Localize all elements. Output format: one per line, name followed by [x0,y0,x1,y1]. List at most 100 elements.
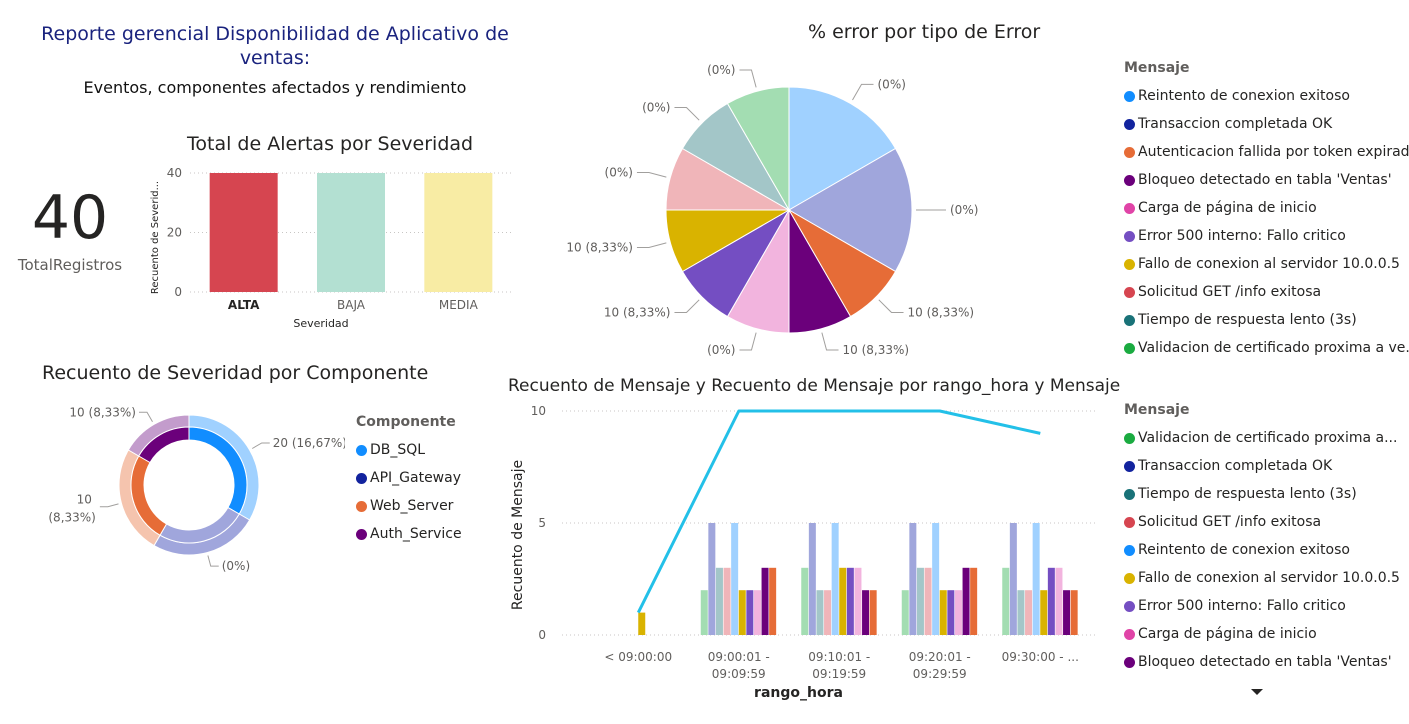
combo-bar [808,523,816,635]
combo-bar [839,567,847,635]
x-tick-label: 09:29:59 [913,667,967,681]
donut-data-label: (0%) [222,559,250,573]
y-tick-label: 40 [167,166,182,180]
legend-dot-icon [1124,516,1135,528]
legend-scroll-chevron-down-icon[interactable] [1251,689,1263,695]
pie-data-label: (0%) [707,343,735,357]
legend-dot-icon [1124,314,1135,326]
combo-bar [924,567,932,635]
legend-item[interactable]: Validacion de certificado proxima a ve..… [1124,334,1409,362]
pie-data-label: (0%) [605,165,633,179]
pie-data-label: (0%) [950,203,978,217]
legend-item[interactable]: Validacion de certificado proxima a... [1124,424,1409,452]
kpi-label: TotalRegistros [17,256,123,274]
legend-item[interactable]: Bloqueo detectado en tabla 'Ventas' [1124,648,1409,676]
legend-item-label: DB_SQL [370,442,426,458]
donut-data-label: (8,33%) [48,511,95,525]
legend-item[interactable]: API_Gateway [356,464,516,492]
y-tick-label: 5 [538,516,546,530]
combo-bar [769,567,777,635]
legend-dot-icon [1124,230,1135,242]
legend-item[interactable]: Carga de página de inicio [1124,194,1409,222]
combo-legend: Mensaje Validacion de certificado proxim… [1124,402,1409,676]
legend-dot-icon [1124,118,1135,130]
combo-bar [869,590,877,635]
legend-item[interactable]: Carga de página de inicio [1124,620,1409,648]
legend-item-label: Solicitud GET /info exitosa [1138,514,1322,530]
donut-legend-title: Componente [356,414,456,430]
legend-dot-icon [356,500,367,512]
combo-bar [1009,523,1017,635]
combo-bar [1040,590,1048,635]
legend-item[interactable]: Autenticacion fallida por token expirado [1124,138,1409,166]
legend-item[interactable]: Transaccion completada OK [1124,110,1409,138]
legend-item[interactable]: DB_SQL [356,436,516,464]
legend-dot-icon [1124,90,1135,102]
pie-data-label: 10 (8,33%) [604,306,671,320]
legend-item-label: Web_Server [370,498,454,514]
legend-item[interactable]: Error 500 interno: Fallo critico [1124,222,1409,250]
error-type-pie-chart: (0%) (0%) 10 (8,33%) 10 (8,33%) (0%) 10 (8,33… [566,63,978,357]
combo-bar [970,567,978,635]
legend-dot-icon [1124,656,1135,668]
legend-dot-icon [1124,628,1135,640]
donut-data-label: 10 [77,493,92,507]
x-tick-label: ALTA [228,298,260,312]
combo-bar [746,590,754,635]
pie-leader-line [636,171,667,178]
legend-item[interactable]: Error 500 interno: Fallo critico [1124,592,1409,620]
pie-legend: Mensaje Reintento de conexion exitoso Tra… [1124,60,1409,362]
pie-legend-title: Mensaje [1124,60,1190,76]
legend-item[interactable]: Reintento de conexion exitoso [1124,82,1409,110]
report-subtitle: Eventos, componentes afectados y rendimi… [83,78,467,97]
legend-item[interactable]: Transaccion completada OK [1124,452,1409,480]
legend-item-label: Reintento de conexion exitoso [1138,542,1350,558]
combo-bar [954,590,962,635]
combo-bar [715,567,723,635]
x-tick-label: 09:19:59 [812,667,866,681]
legend-item[interactable]: Fallo de conexion al servidor 10.0.0.5 [1124,564,1409,592]
x-axis-label: Severidad [293,317,348,330]
pie-chart-title: % error por tipo de Error [808,21,1041,43]
pie-leader-line [674,299,700,314]
combo-bar [700,590,708,635]
legend-item[interactable]: Fallo de conexion al servidor 10.0.0.5 [1124,250,1409,278]
legend-dot-icon [1124,146,1135,158]
combo-bar [1070,590,1078,635]
pie-data-label: 10 (8,33%) [908,306,975,320]
legend-item[interactable]: Bloqueo detectado en tabla 'Ventas' [1124,166,1409,194]
combo-bar [939,590,947,635]
legend-item[interactable]: Solicitud GET /info exitosa [1124,278,1409,306]
legend-item[interactable]: Web_Server [356,492,516,520]
combo-bar [761,567,769,635]
legend-item[interactable]: Solicitud GET /info exitosa [1124,508,1409,536]
legend-item-label: Transaccion completada OK [1138,458,1333,474]
legend-dot-icon [1124,286,1135,298]
combo-bar [846,567,854,635]
component-donut-chart: 20 (16,67%) (0%) 10 (8,33%) 10 (8,33%) [48,405,345,573]
bar-chart-title: Total de Alertas por Severidad [187,133,474,155]
message-combo-chart: 0 5 10 < 09:00:00 09:00:01 - 09:09:59 09:10:01… [510,404,1095,701]
x-tick-label: 09:20:01 - [909,650,971,664]
combo-bar [909,523,917,635]
x-tick-label: MEDIA [439,298,479,312]
donut-data-label: 20 (16,67%) [273,436,345,450]
legend-item[interactable]: Auth_Service [356,520,516,548]
legend-dot-icon [1124,342,1135,354]
x-tick-label: 09:00:01 - [708,650,770,664]
combo-bar [916,567,924,635]
pie-leader-line [821,332,839,351]
pie-leader-line [739,332,757,351]
legend-item-label: Tiempo de respuesta lento (3s) [1138,486,1357,502]
legend-dot-icon [356,472,367,484]
x-axis-label: rango_hora [754,685,843,701]
legend-dot-icon [1124,202,1135,214]
legend-item-label: Fallo de conexion al servidor 10.0.0.5 [1138,570,1400,586]
combo-bar [638,612,646,635]
legend-item[interactable]: Tiempo de respuesta lento (3s) [1124,306,1409,334]
legend-item[interactable]: Tiempo de respuesta lento (3s) [1124,480,1409,508]
donut-data-label: 10 (8,33%) [69,405,136,419]
legend-item[interactable]: Reintento de conexion exitoso [1124,536,1409,564]
legend-item-label: Bloqueo detectado en tabla 'Ventas' [1138,654,1392,670]
legend-item-label: Fallo de conexion al servidor 10.0.0.5 [1138,256,1400,272]
